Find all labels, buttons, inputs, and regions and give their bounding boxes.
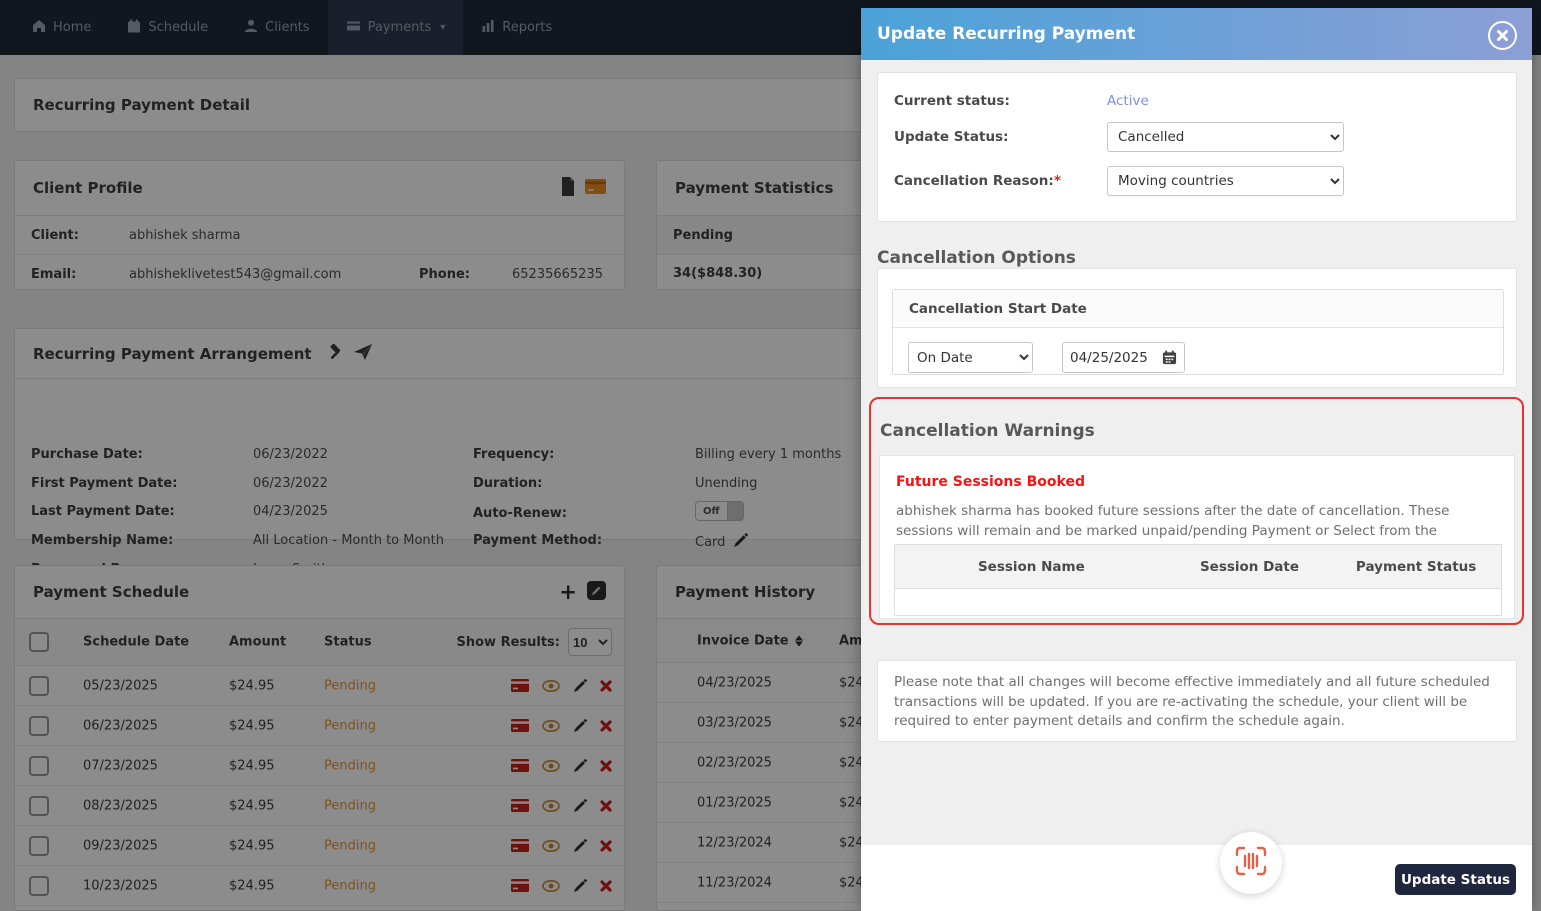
update-status-select[interactable]: Cancelled (1107, 122, 1344, 152)
current-status-value: Active (1107, 93, 1149, 109)
col-payment-status: Payment Status (1355, 558, 1477, 575)
update-status-label: Update Status: (894, 129, 1009, 145)
note-text: Please note that all changes will become… (894, 674, 1490, 729)
cancellation-warnings-section: Cancellation Warnings Future Sessions Bo… (869, 397, 1524, 625)
empty-table-row (895, 589, 1501, 615)
update-status-button[interactable]: Update Status (1395, 864, 1516, 895)
scan-fab-button[interactable] (1220, 832, 1282, 894)
modal-header: Update Recurring Payment (861, 8, 1532, 60)
current-status-label: Current status: (894, 93, 1010, 109)
cancellation-options-heading: Cancellation Options (877, 248, 1076, 268)
modal-title: Update Recurring Payment (877, 24, 1136, 44)
cancellation-options-card: Cancellation Start Date On Date 04/25/20… (877, 268, 1517, 388)
cancellation-date-input[interactable]: 04/25/2025 (1062, 342, 1185, 373)
status-form-card: Current status: Active Update Status: Ca… (877, 72, 1517, 222)
required-asterisk: * (1053, 173, 1061, 189)
cancellation-reason-select[interactable]: Moving countries (1107, 166, 1344, 196)
future-sessions-table: Session Name Session Date Payment Status (894, 544, 1502, 616)
date-value: 04/25/2025 (1070, 349, 1148, 366)
date-mode-select[interactable]: On Date (908, 342, 1033, 373)
cancellation-warnings-card: Future Sessions Booked abhishek sharma h… (879, 455, 1515, 619)
calendar-icon[interactable] (1162, 350, 1177, 365)
modal-footer: Update Status (861, 832, 1532, 911)
future-sessions-table-header: Session Name Session Date Payment Status (895, 545, 1501, 589)
barcode-scan-icon (1234, 846, 1268, 880)
update-recurring-payment-modal: Update Recurring Payment Current status:… (861, 8, 1532, 911)
cancellation-warnings-heading: Cancellation Warnings (880, 421, 1095, 441)
note-card: Please note that all changes will become… (877, 660, 1517, 742)
cancellation-start-date-title: Cancellation Start Date (893, 290, 1503, 328)
close-icon[interactable] (1488, 21, 1517, 50)
cancellation-start-date-box: Cancellation Start Date On Date 04/25/20… (892, 289, 1504, 375)
future-sessions-booked-title: Future Sessions Booked (896, 474, 1085, 490)
cancellation-reason-label: Cancellation Reason:* (894, 173, 1061, 189)
col-session-date: Session Date (1199, 558, 1300, 575)
col-session-name: Session Name (977, 558, 1085, 575)
